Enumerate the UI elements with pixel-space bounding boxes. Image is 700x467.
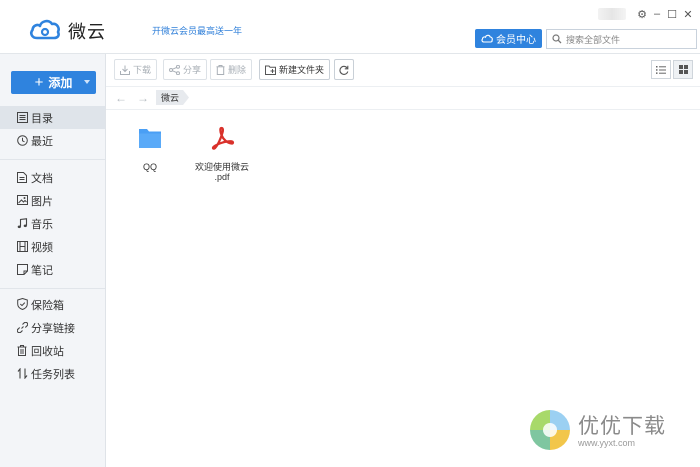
watermark-logo-icon xyxy=(528,408,572,455)
file-name: QQ xyxy=(142,162,157,172)
header: 微云 开微云会员最高送一年 ⚙ – ☐ ✕ 会员中心 搜索全部文件 xyxy=(0,0,700,54)
delete-button[interactable]: 删除 xyxy=(210,59,253,80)
back-arrow-icon[interactable]: ← xyxy=(115,91,127,105)
sidebar-item-video[interactable]: 视频 xyxy=(0,235,105,258)
trash-icon xyxy=(16,344,28,356)
sidebar-item-documents[interactable]: 文档 xyxy=(0,166,105,189)
new-folder-label: 新建文件夹 xyxy=(279,65,325,75)
file-name-base: 欢迎使用微云 xyxy=(194,162,249,172)
sidebar-item-label: 笔记 xyxy=(31,264,53,277)
minimize-button[interactable]: – xyxy=(651,8,663,20)
list-view-button[interactable] xyxy=(651,60,671,79)
grid-view-button[interactable] xyxy=(673,60,693,79)
cloud-logo-icon xyxy=(28,17,62,44)
sidebar-item-safebox[interactable]: 保险箱 xyxy=(0,293,105,316)
settings-icon[interactable]: ⚙ xyxy=(636,8,648,21)
share-button[interactable]: 分享 xyxy=(163,59,208,80)
sidebar-item-images[interactable]: 图片 xyxy=(0,189,105,212)
sidebar-item-label: 图片 xyxy=(31,195,53,208)
grid-view-icon xyxy=(678,65,688,74)
file-item-pdf[interactable]: 欢迎使用微云 .pdf xyxy=(187,124,257,182)
share-icon xyxy=(169,64,180,75)
sidebar-item-label: 任务列表 xyxy=(31,368,75,381)
plus-icon: + xyxy=(34,74,44,91)
vip-promo-link[interactable]: 开微云会员最高送一年 xyxy=(152,24,242,37)
image-icon xyxy=(16,194,28,206)
folder-icon xyxy=(135,124,165,152)
download-button[interactable]: 下载 xyxy=(114,59,158,80)
sidebar-item-recycle-bin[interactable]: 回收站 xyxy=(0,339,105,362)
chevron-down-icon xyxy=(84,80,90,84)
watermark: 优优下载 www.yyxt.com xyxy=(528,408,666,455)
maximize-button[interactable]: ☐ xyxy=(666,8,678,21)
breadcrumb-item-root[interactable]: 微云 xyxy=(156,90,189,105)
add-label: 添加 xyxy=(48,76,73,90)
sidebar-item-label: 目录 xyxy=(31,112,53,125)
forward-arrow-icon[interactable]: → xyxy=(137,91,149,105)
file-name-ext: .pdf xyxy=(214,172,230,182)
new-folder-button[interactable]: 新建文件夹 xyxy=(259,59,331,80)
sidebar-item-task-list[interactable]: 任务列表 xyxy=(0,362,105,385)
sidebar-item-label: 视频 xyxy=(31,241,53,254)
download-label: 下载 xyxy=(133,65,152,75)
music-icon xyxy=(16,217,28,229)
add-button[interactable]: + 添加 xyxy=(11,71,96,94)
watermark-text: 优优下载 xyxy=(578,414,666,438)
sidebar-item-music[interactable]: 音乐 xyxy=(0,212,105,235)
member-center-button[interactable]: 会员中心 xyxy=(475,29,542,48)
user-name-blurred[interactable] xyxy=(598,8,626,20)
sidebar-item-label: 文档 xyxy=(31,172,53,185)
app-logo: 微云 xyxy=(28,17,106,44)
file-name: 欢迎使用微云 .pdf xyxy=(195,162,249,182)
sidebar-item-label: 分享链接 xyxy=(31,322,75,335)
sidebar-item-share-links[interactable]: 分享链接 xyxy=(0,316,105,339)
search-icon xyxy=(552,34,562,44)
watermark-url: www.yyxt.com xyxy=(578,437,636,448)
sidebar-item-label: 最近 xyxy=(31,135,53,148)
transfer-icon xyxy=(16,367,28,379)
share-label: 分享 xyxy=(183,65,202,75)
link-icon xyxy=(16,321,28,333)
note-icon xyxy=(16,263,28,275)
video-icon xyxy=(16,240,28,252)
refresh-button[interactable] xyxy=(334,59,354,80)
breadcrumb: ← → 微云 xyxy=(106,87,700,110)
member-center-label: 会员中心 xyxy=(496,35,536,46)
trash-icon xyxy=(216,64,225,75)
sidebar: + 添加 目录 最近 文档 图片 音乐 视频 笔记 保险箱 分享链接 回收站 任… xyxy=(0,54,106,467)
sidebar-item-label: 音乐 xyxy=(31,218,53,231)
pdf-icon xyxy=(207,124,237,152)
clock-icon xyxy=(16,134,28,146)
cloud-icon xyxy=(481,34,493,43)
file-item-folder[interactable]: QQ xyxy=(115,124,185,172)
sidebar-item-label: 保险箱 xyxy=(31,299,64,312)
toolbar: 下载 分享 删除 新建文件夹 xyxy=(106,54,700,87)
list-view-icon xyxy=(656,65,666,74)
list-icon xyxy=(16,111,28,123)
sidebar-item-directory[interactable]: 目录 xyxy=(0,106,105,129)
shield-icon xyxy=(16,298,28,310)
delete-label: 删除 xyxy=(228,65,247,75)
search-placeholder: 搜索全部文件 xyxy=(566,34,621,45)
close-button[interactable]: ✕ xyxy=(682,8,694,21)
sidebar-divider xyxy=(0,288,105,289)
app-name: 微云 xyxy=(68,21,106,42)
sidebar-divider xyxy=(0,159,105,160)
new-folder-icon xyxy=(265,65,276,75)
sidebar-item-notes[interactable]: 笔记 xyxy=(0,258,105,281)
refresh-icon xyxy=(339,65,349,75)
doc-icon xyxy=(16,171,28,183)
search-input[interactable]: 搜索全部文件 xyxy=(546,29,697,49)
sidebar-item-label: 回收站 xyxy=(31,345,64,358)
sidebar-item-recent[interactable]: 最近 xyxy=(0,129,105,152)
download-icon xyxy=(120,65,130,75)
